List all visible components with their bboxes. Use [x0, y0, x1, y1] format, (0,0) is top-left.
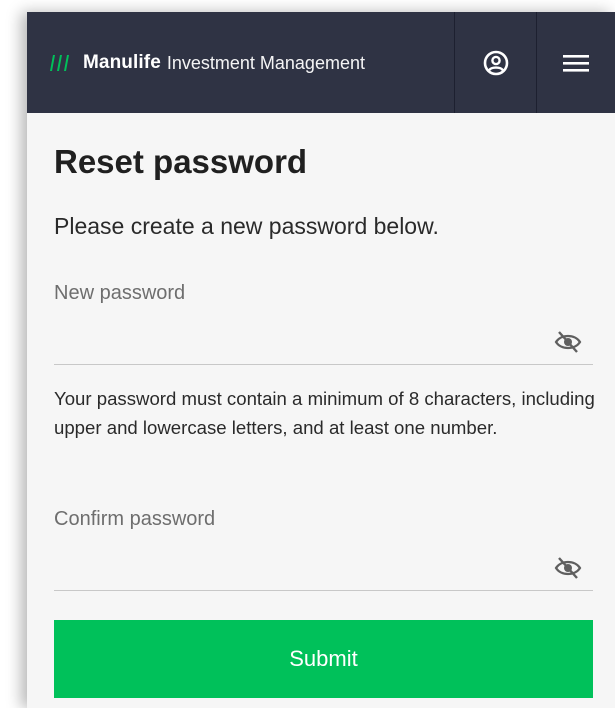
menu-button[interactable] [537, 12, 615, 113]
new-password-label: New password [54, 282, 186, 304]
brand-name: Manulife [83, 52, 161, 73]
app-frame: Manulife Investment Management Reset pas… [27, 12, 615, 708]
eye-off-icon[interactable] [553, 330, 583, 354]
profile-button[interactable] [455, 12, 536, 113]
submit-button[interactable]: Submit [54, 620, 593, 698]
brand-logo[interactable]: Manulife Investment Management [49, 52, 365, 74]
page-subtitle: Please create a new password below. [54, 213, 439, 239]
hamburger-menu-icon [563, 54, 589, 72]
user-circle-icon [483, 50, 508, 75]
page-title: Reset password [54, 143, 308, 180]
password-requirements-hint: Your password must contain a minimum of … [54, 388, 595, 438]
brand-subtitle: Investment Management [166, 52, 365, 73]
eye-off-icon[interactable] [553, 556, 583, 580]
top-navigation-bar: Manulife Investment Management [27, 12, 615, 113]
new-password-underline [54, 364, 593, 365]
confirm-password-label: Confirm password [54, 508, 216, 530]
new-password-input[interactable] [54, 328, 556, 360]
confirm-password-input[interactable] [54, 554, 556, 586]
confirm-password-underline [54, 590, 593, 591]
manulife-logo-icon [50, 55, 69, 71]
